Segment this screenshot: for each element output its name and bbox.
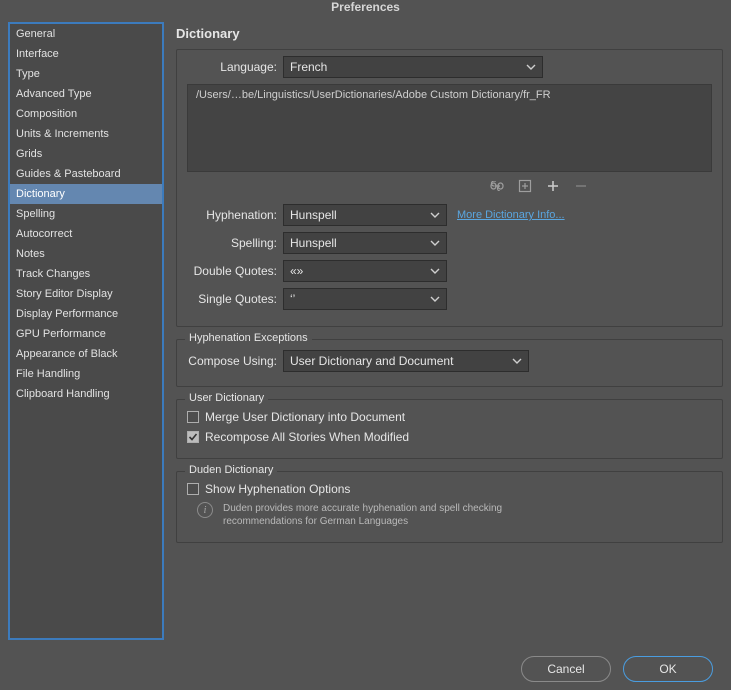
recompose-stories-label: Recompose All Stories When Modified bbox=[205, 430, 409, 444]
show-hyphenation-options-row[interactable]: Show Hyphenation Options bbox=[187, 482, 712, 496]
relink-icon[interactable] bbox=[489, 178, 505, 194]
new-dictionary-icon[interactable] bbox=[517, 178, 533, 194]
sidebar-item-grids[interactable]: Grids bbox=[10, 144, 162, 164]
remove-icon[interactable] bbox=[573, 178, 589, 194]
panel-title: Dictionary bbox=[176, 26, 723, 41]
sidebar-item-spelling[interactable]: Spelling bbox=[10, 204, 162, 224]
chevron-down-icon bbox=[428, 292, 442, 306]
sidebar-item-gpu-performance[interactable]: GPU Performance bbox=[10, 324, 162, 344]
sidebar-item-advanced-type[interactable]: Advanced Type bbox=[10, 84, 162, 104]
duden-dictionary-group: Duden Dictionary Show Hyphenation Option… bbox=[176, 471, 723, 543]
sidebar-item-notes[interactable]: Notes bbox=[10, 244, 162, 264]
compose-using-select[interactable]: User Dictionary and Document bbox=[283, 350, 529, 372]
spelling-select[interactable]: Hunspell bbox=[283, 232, 447, 254]
merge-user-dictionary-checkbox[interactable] bbox=[187, 411, 199, 423]
user-dictionary-legend: User Dictionary bbox=[185, 392, 268, 404]
sidebar-item-track-changes[interactable]: Track Changes bbox=[10, 264, 162, 284]
language-select[interactable]: French bbox=[283, 56, 543, 78]
merge-user-dictionary-label: Merge User Dictionary into Document bbox=[205, 410, 405, 424]
sidebar-item-units-increments[interactable]: Units & Increments bbox=[10, 124, 162, 144]
sidebar-item-general[interactable]: General bbox=[10, 24, 162, 44]
cancel-button[interactable]: Cancel bbox=[521, 656, 611, 682]
sidebar-item-guides-pasteboard[interactable]: Guides & Pasteboard bbox=[10, 164, 162, 184]
chevron-down-icon bbox=[428, 236, 442, 250]
duden-dictionary-legend: Duden Dictionary bbox=[185, 464, 277, 476]
compose-using-value: User Dictionary and Document bbox=[290, 354, 453, 368]
recompose-stories-row[interactable]: Recompose All Stories When Modified bbox=[187, 430, 712, 444]
sidebar-item-clipboard-handling[interactable]: Clipboard Handling bbox=[10, 384, 162, 404]
show-hyphenation-options-label: Show Hyphenation Options bbox=[205, 482, 350, 496]
language-label: Language: bbox=[187, 60, 283, 74]
sidebar-item-composition[interactable]: Composition bbox=[10, 104, 162, 124]
hyphenation-exceptions-legend: Hyphenation Exceptions bbox=[185, 332, 312, 344]
duden-info-text: Duden provides more accurate hyphenation… bbox=[223, 502, 543, 528]
double-quotes-label: Double Quotes: bbox=[187, 264, 283, 278]
sidebar-item-autocorrect[interactable]: Autocorrect bbox=[10, 224, 162, 244]
sidebar-item-file-handling[interactable]: File Handling bbox=[10, 364, 162, 384]
spelling-label: Spelling: bbox=[187, 236, 283, 250]
dialog-footer: Cancel OK bbox=[0, 648, 731, 690]
user-dictionary-group: User Dictionary Merge User Dictionary in… bbox=[176, 399, 723, 459]
merge-user-dictionary-row[interactable]: Merge User Dictionary into Document bbox=[187, 410, 712, 424]
chevron-down-icon bbox=[428, 264, 442, 278]
chevron-down-icon bbox=[524, 60, 538, 74]
sidebar-item-dictionary[interactable]: Dictionary bbox=[10, 184, 162, 204]
sidebar-item-display-performance[interactable]: Display Performance bbox=[10, 304, 162, 324]
spelling-value: Hunspell bbox=[290, 236, 337, 250]
hyphenation-value: Hunspell bbox=[290, 208, 337, 222]
dictionary-path-list[interactable]: /Users/…be/Linguistics/UserDictionaries/… bbox=[187, 84, 712, 172]
double-quotes-select[interactable]: «» bbox=[283, 260, 447, 282]
chevron-down-icon bbox=[510, 354, 524, 368]
more-dictionary-info-link[interactable]: More Dictionary Info... bbox=[457, 209, 565, 221]
chevron-down-icon bbox=[428, 208, 442, 222]
add-icon[interactable] bbox=[545, 178, 561, 194]
ok-button[interactable]: OK bbox=[623, 656, 713, 682]
dictionary-path-item[interactable]: /Users/…be/Linguistics/UserDictionaries/… bbox=[196, 89, 703, 101]
recompose-stories-checkbox[interactable] bbox=[187, 431, 199, 443]
window-title: Preferences bbox=[0, 0, 731, 22]
single-quotes-select[interactable]: ‘’ bbox=[283, 288, 447, 310]
single-quotes-label: Single Quotes: bbox=[187, 292, 283, 306]
sidebar-item-appearance-of-black[interactable]: Appearance of Black bbox=[10, 344, 162, 364]
hyphenation-exceptions-group: Hyphenation Exceptions Compose Using: Us… bbox=[176, 339, 723, 387]
compose-using-label: Compose Using: bbox=[187, 354, 283, 368]
single-quotes-value: ‘’ bbox=[290, 292, 295, 306]
preferences-sidebar: GeneralInterfaceTypeAdvanced TypeComposi… bbox=[8, 22, 164, 640]
sidebar-item-type[interactable]: Type bbox=[10, 64, 162, 84]
dictionary-settings-group: Language: French /Users/…be/Linguistics/… bbox=[176, 49, 723, 327]
sidebar-item-interface[interactable]: Interface bbox=[10, 44, 162, 64]
hyphenation-label: Hyphenation: bbox=[187, 208, 283, 222]
hyphenation-select[interactable]: Hunspell bbox=[283, 204, 447, 226]
show-hyphenation-options-checkbox[interactable] bbox=[187, 483, 199, 495]
info-icon: i bbox=[197, 502, 213, 518]
language-value: French bbox=[290, 60, 327, 74]
double-quotes-value: «» bbox=[290, 264, 303, 278]
sidebar-item-story-editor-display[interactable]: Story Editor Display bbox=[10, 284, 162, 304]
dictionary-panel: Dictionary Language: French /Users/…be/L… bbox=[176, 22, 723, 640]
